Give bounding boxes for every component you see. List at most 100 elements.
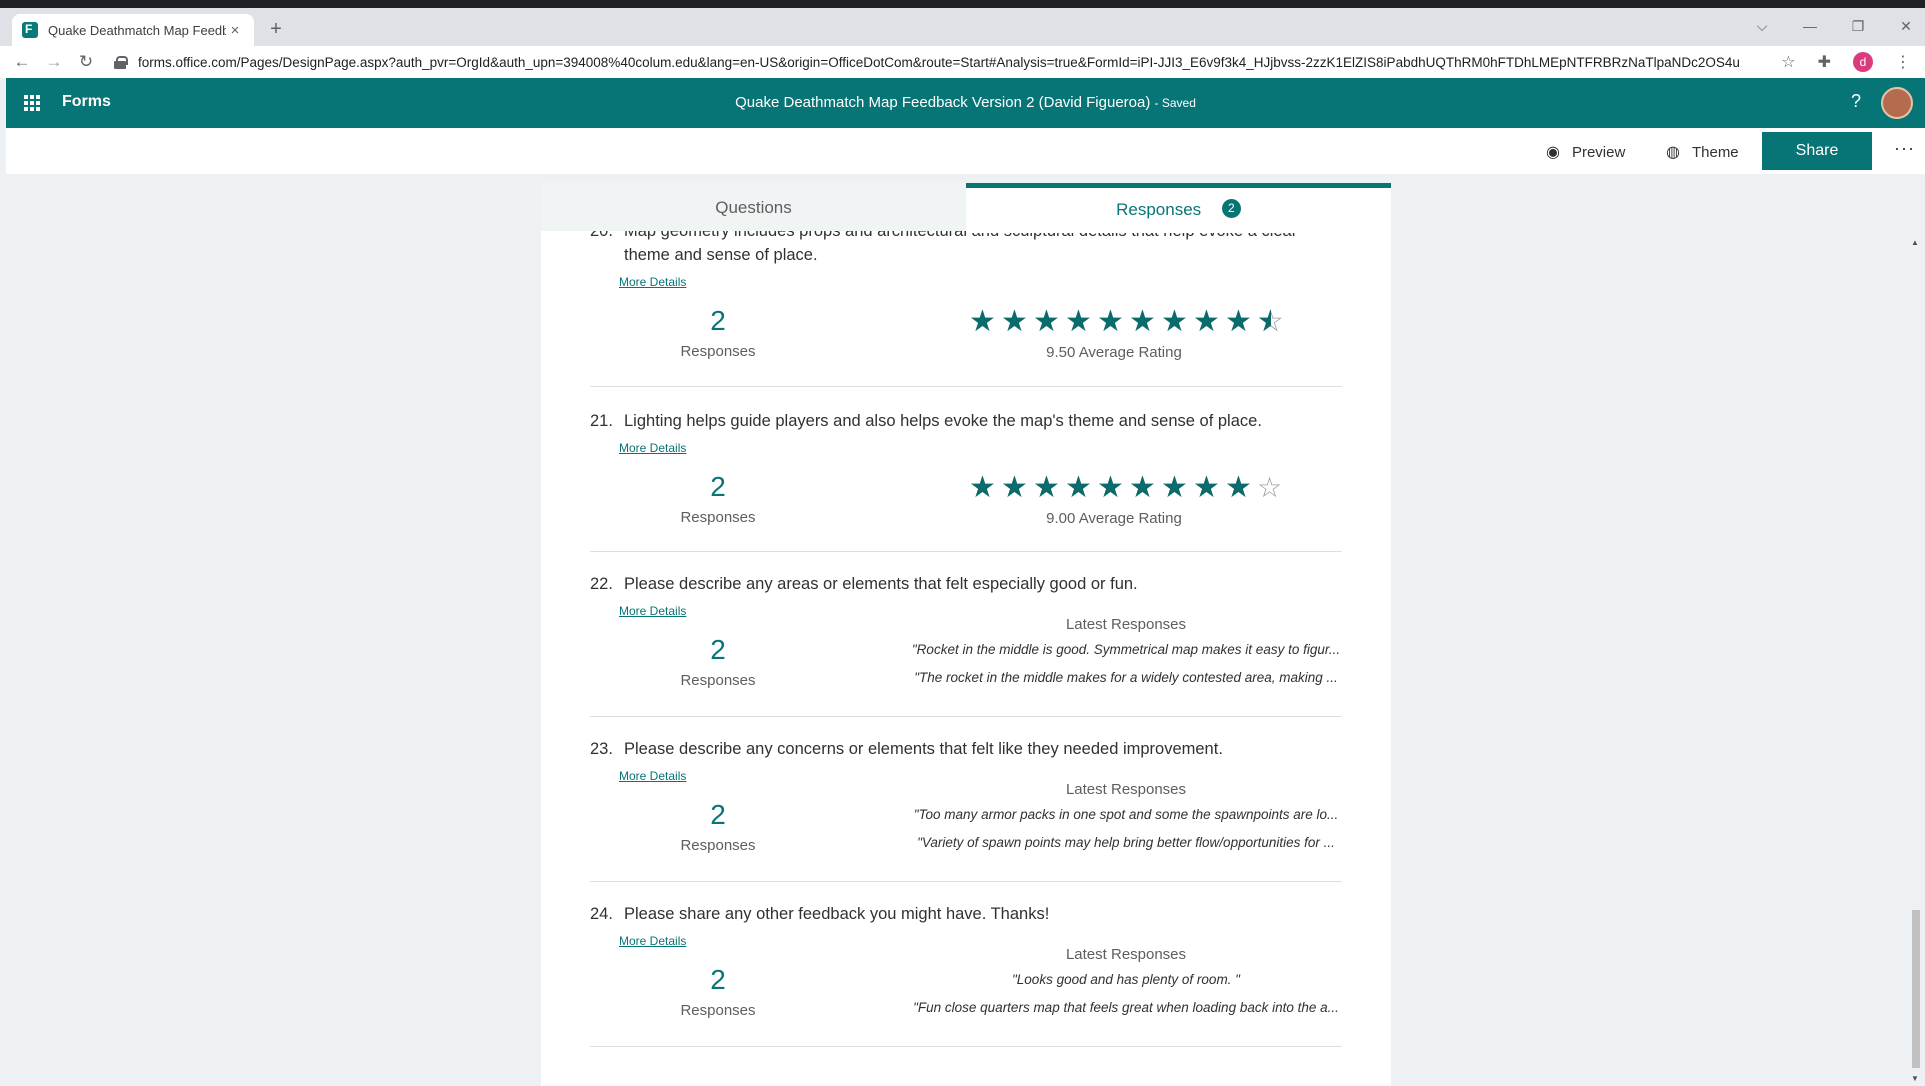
close-tab-icon[interactable]: × — [226, 22, 244, 39]
tab-search-icon[interactable]: ⌵ — [1755, 18, 1769, 35]
forward-icon[interactable]: → — [44, 52, 64, 72]
browser-menu-icon[interactable]: ⋮ — [1895, 52, 1911, 72]
forms-app-bar: Forms Quake Deathmatch Map Feedback Vers… — [6, 78, 1925, 128]
tab-responses-label: Responses — [1116, 200, 1202, 219]
average-rating: 9.50 Average Rating — [1046, 344, 1182, 361]
question-title-line1: Please share any other feedback you migh… — [624, 905, 1050, 923]
response-count-label: Responses — [680, 343, 756, 360]
latest-responses-heading: Latest Responses — [1065, 781, 1187, 798]
response-count: 2 — [710, 799, 726, 830]
share-button[interactable]: Share — [1762, 132, 1872, 170]
latest-response: "Variety of spawn points may help bring … — [917, 835, 1335, 850]
address-bar-actions: ☆ ✚ d ⋮ — [1781, 46, 1925, 78]
star-filled-icon: ★ — [1065, 305, 1092, 338]
star-filled-icon: ★ — [1129, 471, 1156, 504]
rating-stars: ★★★★★★★★★☆ — [969, 471, 1286, 504]
more-details-link[interactable]: More Details — [619, 275, 686, 289]
form-title-text: Quake Deathmatch Map Feedback Version 2 … — [735, 94, 1151, 111]
scrollbar-thumb[interactable] — [1912, 910, 1920, 1068]
star-filled-icon: ★ — [1001, 471, 1028, 504]
star-filled-icon: ★ — [1193, 471, 1220, 504]
star-filled-icon: ★ — [1033, 305, 1060, 338]
reload-icon[interactable]: ↻ — [76, 52, 96, 72]
star-filled-icon: ★ — [1193, 305, 1220, 338]
eye-icon: ◉ — [1546, 144, 1560, 161]
browser-tab-strip: Quake Deathmatch Map Feedback × + ⌵ — ❐ … — [0, 8, 1925, 46]
question-title: 22. Please describe any areas or elements… — [590, 572, 1330, 596]
address-bar: ← → ↻ forms.office.com/Pages/DesignPage.… — [0, 46, 1925, 78]
profile-avatar[interactable]: d — [1853, 52, 1873, 72]
response-count-label: Responses — [680, 837, 756, 854]
star-filled-icon: ★ — [1129, 305, 1156, 338]
question-title: 24. Please share any other feedback you m… — [590, 902, 1330, 926]
tab-questions[interactable]: Questions — [541, 183, 966, 231]
user-avatar[interactable] — [1881, 87, 1913, 119]
star-filled-icon: ★ — [1097, 471, 1124, 504]
latest-response: "Fun close quarters map that feels great… — [913, 1000, 1339, 1015]
latest-responses-heading: Latest Responses — [1065, 946, 1187, 963]
preview-button[interactable]: ◉ Preview — [1546, 142, 1625, 162]
question-title-line1: Please describe any areas or elements th… — [624, 575, 1138, 593]
new-tab-button[interactable]: + — [266, 19, 286, 39]
command-bar: ◉ Preview ◍ Theme Share ··· — [6, 128, 1925, 174]
latest-responses-heading: Latest Responses — [1065, 616, 1187, 633]
more-details-link[interactable]: More Details — [619, 604, 686, 618]
more-details-link[interactable]: More Details — [619, 441, 686, 455]
more-options-icon[interactable]: ··· — [1894, 138, 1915, 159]
lock-icon[interactable] — [114, 56, 128, 69]
star-filled-icon: ★ — [1033, 471, 1060, 504]
latest-response: "Rocket in the middle is good. Symmetric… — [911, 642, 1341, 657]
responses-count-badge: 2 — [1221, 199, 1241, 219]
question-number: 24. — [590, 905, 613, 923]
star-empty-icon: ☆ — [1257, 472, 1283, 503]
question-summary-23: 23. Please describe any concerns or eleme… — [590, 717, 1342, 882]
response-count: 2 — [710, 305, 726, 336]
more-details-link[interactable]: More Details — [619, 769, 686, 783]
minimize-icon[interactable]: — — [1803, 18, 1817, 35]
latest-response: "Too many armor packs in one spot and so… — [913, 807, 1339, 822]
more-details-link[interactable]: More Details — [619, 934, 686, 948]
question-summary-21: 21. Lighting helps guide players and also… — [590, 387, 1342, 552]
response-count: 2 — [710, 634, 726, 665]
theme-button[interactable]: ◍ Theme — [1666, 142, 1739, 162]
forms-favicon-icon — [22, 22, 38, 38]
star-filled-icon: ★ — [969, 471, 996, 504]
question-title: 23. Please describe any concerns or eleme… — [590, 737, 1330, 761]
restore-icon[interactable]: ❐ — [1851, 18, 1865, 35]
question-title-line1: Please describe any concerns or elements… — [624, 740, 1223, 758]
star-filled-icon: ★ — [1097, 305, 1124, 338]
browser-tab[interactable]: Quake Deathmatch Map Feedback × — [12, 14, 254, 46]
latest-response: "Looks good and has plenty of room. " — [1012, 972, 1240, 987]
question-summary-24: 24. Please share any other feedback you m… — [590, 882, 1342, 1047]
extensions-icon[interactable]: ✚ — [1818, 52, 1831, 72]
question-summary-22: 22. Please describe any areas or elements… — [590, 552, 1342, 717]
star-filled-icon: ★ — [1001, 305, 1028, 338]
form-tabs: Questions Responses 2 — [541, 183, 1391, 233]
question-title: 21. Lighting helps guide players and also… — [590, 409, 1330, 433]
bookmark-star-icon[interactable]: ☆ — [1781, 52, 1795, 72]
scroll-up-arrow-icon[interactable]: ▲ — [1911, 238, 1919, 247]
window-controls: ⌵ — ❐ ✕ — [1755, 18, 1913, 35]
responses-card: Questions Responses 2 20. Map geometry in… — [541, 183, 1391, 1086]
scroll-down-arrow-icon[interactable]: ▼ — [1911, 1074, 1919, 1083]
saved-status: - Saved — [1154, 96, 1196, 110]
question-number: 22. — [590, 575, 613, 593]
back-icon[interactable]: ← — [12, 52, 32, 72]
star-filled-icon: ★ — [969, 305, 996, 338]
question-title-line1: Lighting helps guide players and also he… — [624, 412, 1262, 430]
latest-response: "The rocket in the middle makes for a wi… — [914, 670, 1338, 685]
preview-label: Preview — [1571, 143, 1626, 161]
url-field[interactable]: forms.office.com/Pages/DesignPage.aspx?a… — [138, 55, 1788, 70]
close-window-icon[interactable]: ✕ — [1899, 18, 1913, 35]
star-filled-icon: ★ — [1225, 471, 1252, 504]
average-rating: 9.00 Average Rating — [1046, 510, 1182, 527]
response-count-label: Responses — [680, 509, 756, 526]
window-top-edge — [0, 0, 1925, 8]
theme-label: Theme — [1691, 143, 1739, 161]
response-count-label: Responses — [680, 1002, 756, 1019]
star-filled-icon: ★ — [1161, 471, 1188, 504]
browser-tab-title: Quake Deathmatch Map Feedback — [48, 22, 226, 38]
tab-responses[interactable]: Responses 2 — [966, 183, 1391, 233]
question-number: 23. — [590, 740, 613, 758]
help-icon[interactable]: ? — [1851, 91, 1861, 112]
